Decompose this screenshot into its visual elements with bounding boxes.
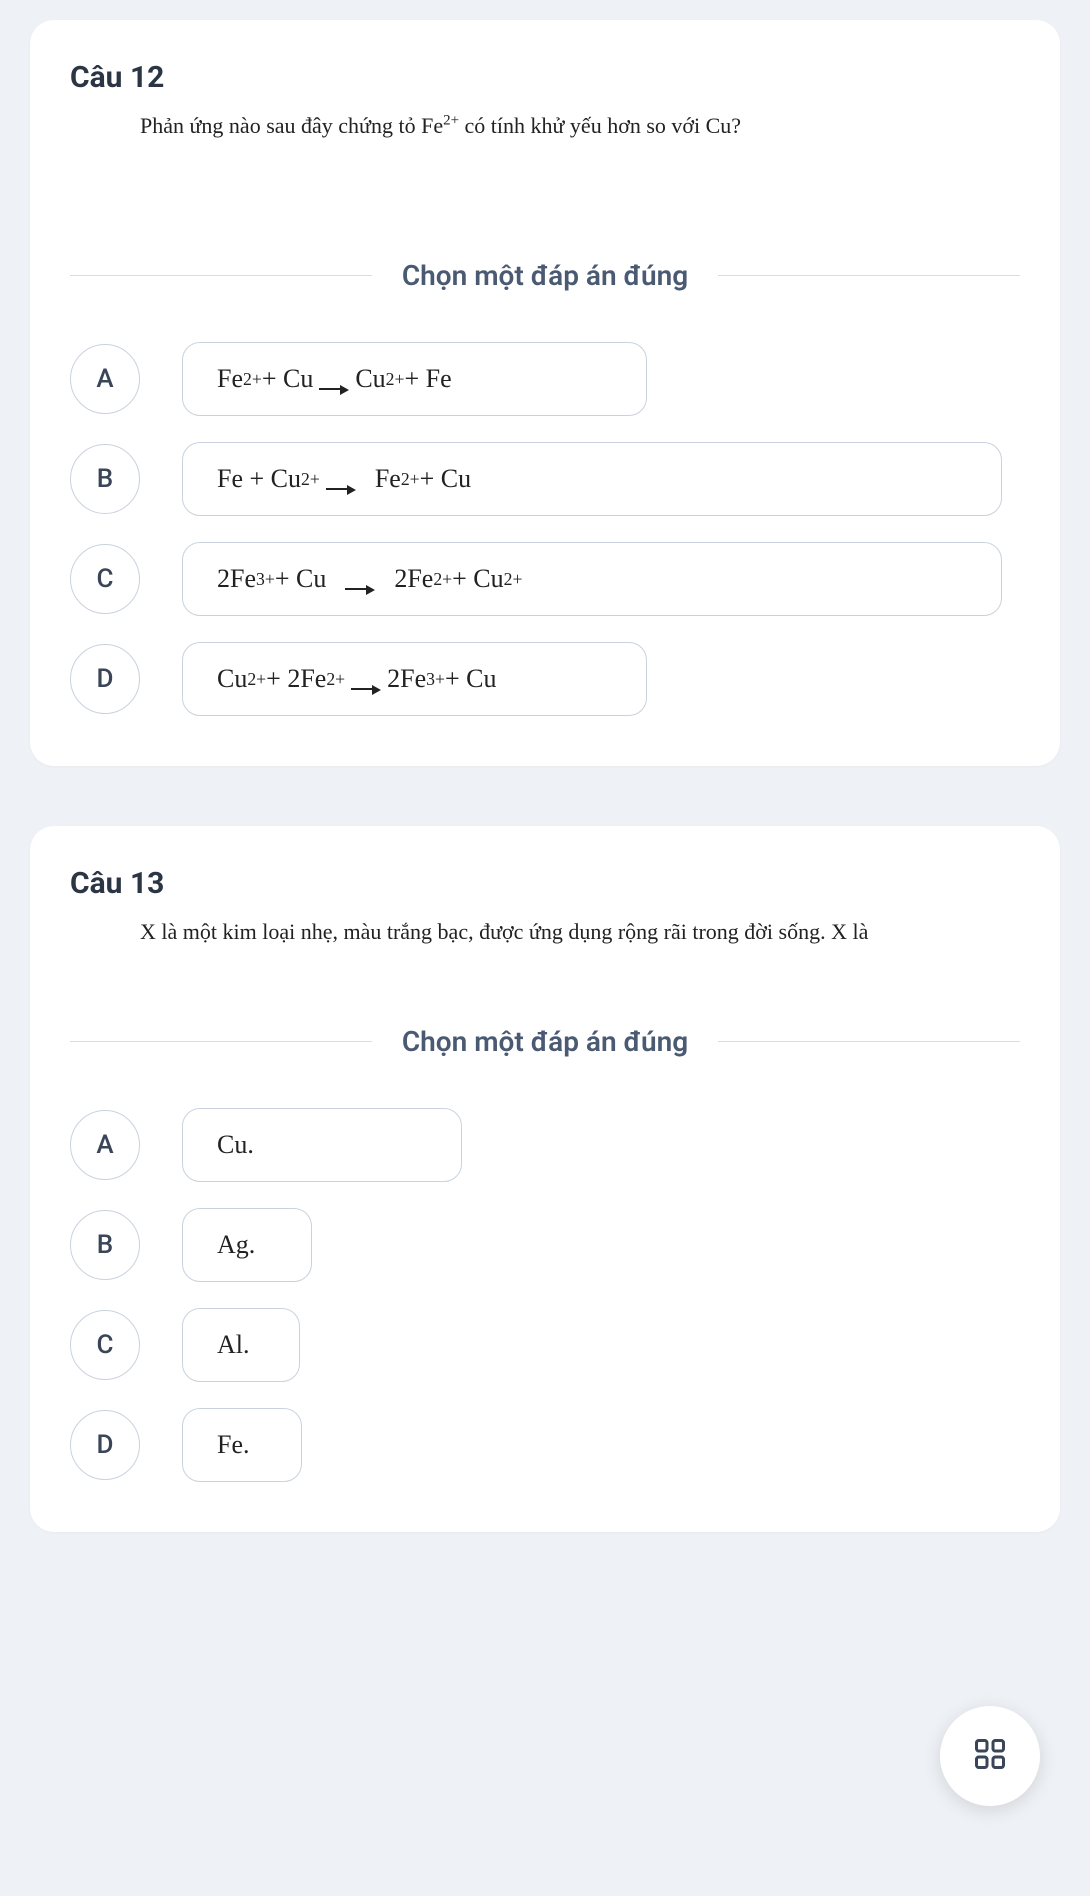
- question-prompt: X là một kim loại nhẹ, màu trắng bạc, đư…: [140, 919, 1020, 945]
- option-D[interactable]: D Cu2+ + 2Fe2+ 2Fe3+ + Cu: [70, 642, 1020, 716]
- option-text[interactable]: Cu2+ + 2Fe2+ 2Fe3+ + Cu: [182, 642, 647, 716]
- option-letter[interactable]: D: [70, 644, 140, 714]
- option-letter[interactable]: A: [70, 1110, 140, 1180]
- option-letter[interactable]: C: [70, 1310, 140, 1380]
- option-text[interactable]: 2Fe3+ + Cu 2Fe2+ + Cu2+: [182, 542, 1002, 616]
- option-B[interactable]: B Fe + Cu2+ Fe2+ + Cu: [70, 442, 1020, 516]
- option-text[interactable]: Fe2+ + Cu Cu2+ + Fe: [182, 342, 647, 416]
- option-D[interactable]: D Fe.: [70, 1408, 1020, 1482]
- option-B[interactable]: B Ag.: [70, 1208, 1020, 1282]
- options-list: A Cu. B Ag. C Al. D Fe.: [70, 1108, 1020, 1482]
- option-letter[interactable]: B: [70, 444, 140, 514]
- option-letter[interactable]: B: [70, 1210, 140, 1280]
- option-text[interactable]: Cu.: [182, 1108, 462, 1182]
- option-text[interactable]: Ag.: [182, 1208, 312, 1282]
- option-text[interactable]: Al.: [182, 1308, 300, 1382]
- option-A[interactable]: A Cu.: [70, 1108, 1020, 1182]
- question-card-13: Câu 13 X là một kim loại nhẹ, màu trắng …: [30, 826, 1060, 1532]
- option-letter[interactable]: C: [70, 544, 140, 614]
- option-text[interactable]: Fe.: [182, 1408, 302, 1482]
- instruction-label: Chọn một đáp án đúng: [372, 1025, 718, 1058]
- grid-menu-button[interactable]: [940, 1706, 1040, 1806]
- question-card-12: Câu 12 Phản ứng nào sau đây chứng tỏ Fe2…: [30, 20, 1060, 766]
- options-list: A Fe2+ + Cu Cu2+ + Fe B Fe + Cu2+ Fe2+ +…: [70, 342, 1020, 716]
- instruction-label: Chọn một đáp án đúng: [372, 259, 718, 292]
- option-letter[interactable]: D: [70, 1410, 140, 1480]
- question-title: Câu 13: [70, 866, 1020, 901]
- option-C[interactable]: C Al.: [70, 1308, 1020, 1382]
- grid-icon: [972, 1736, 1008, 1776]
- instruction-divider: Chọn một đáp án đúng: [70, 1025, 1020, 1058]
- question-title: Câu 12: [70, 60, 1020, 95]
- option-letter[interactable]: A: [70, 344, 140, 414]
- option-text[interactable]: Fe + Cu2+ Fe2+ + Cu: [182, 442, 1002, 516]
- option-A[interactable]: A Fe2+ + Cu Cu2+ + Fe: [70, 342, 1020, 416]
- question-prompt: Phản ứng nào sau đây chứng tỏ Fe2+ có tí…: [140, 113, 1020, 139]
- instruction-divider: Chọn một đáp án đúng: [70, 259, 1020, 292]
- option-C[interactable]: C 2Fe3+ + Cu 2Fe2+ + Cu2+: [70, 542, 1020, 616]
